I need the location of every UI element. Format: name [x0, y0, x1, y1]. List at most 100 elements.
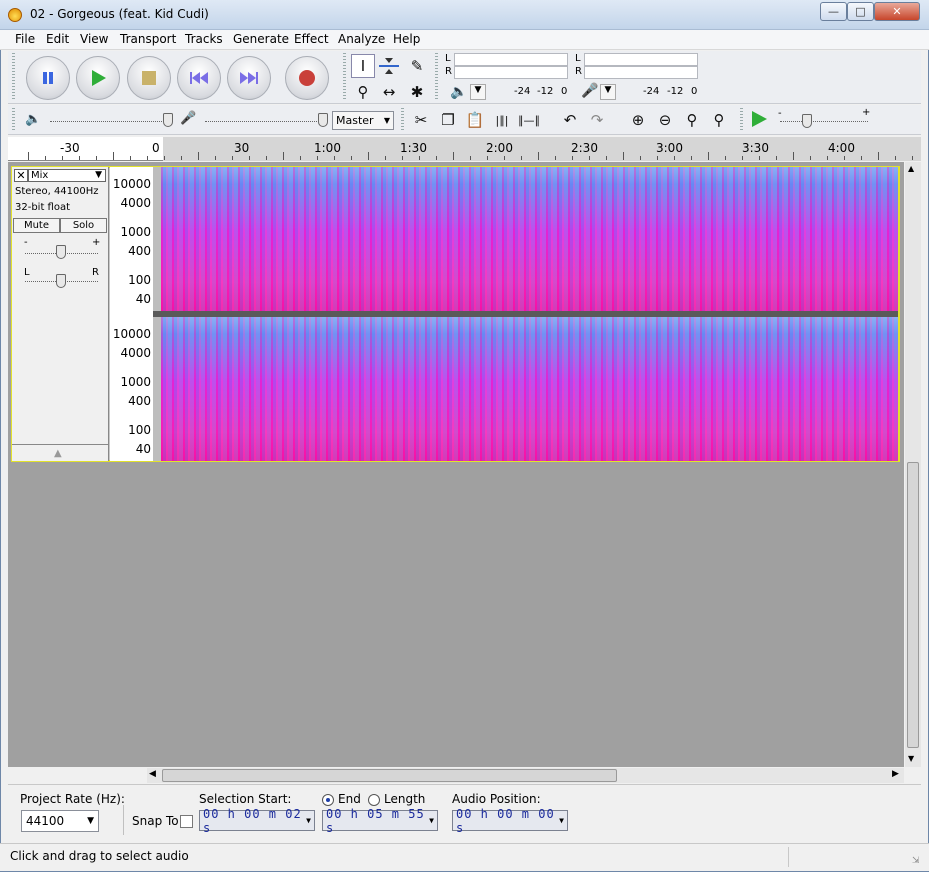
minimize-button[interactable]: — [820, 2, 847, 21]
zoom-in-icon[interactable]: ⊕ [626, 108, 650, 132]
snap-to-checkbox[interactable] [180, 815, 193, 828]
cut-icon[interactable]: ✂ [409, 108, 433, 132]
menu-generate[interactable]: Generate [233, 32, 289, 46]
copy-icon[interactable]: ❐ [436, 108, 460, 132]
ruler-tick [606, 156, 607, 160]
skip-start-button[interactable] [177, 56, 221, 100]
length-label: Length [384, 792, 426, 806]
ruler-tick [351, 156, 352, 160]
spectrogram-right-channel[interactable] [161, 317, 898, 461]
speaker-icon[interactable]: 🔈 [450, 84, 467, 100]
solo-button[interactable]: Solo [60, 218, 107, 233]
stop-button[interactable] [127, 56, 171, 100]
track-close-icon[interactable]: ✕ [14, 169, 28, 182]
ruler-tick [725, 156, 726, 160]
ruler-tick [28, 152, 29, 160]
selection-tool-icon[interactable]: I [351, 54, 375, 78]
menu-effect[interactable]: Effect [294, 32, 329, 46]
mute-button[interactable]: Mute [13, 218, 60, 233]
meter-grip[interactable] [435, 53, 438, 101]
tools-grip[interactable] [343, 53, 346, 101]
play-at-speed-button[interactable] [750, 110, 768, 131]
pencil-tool-icon[interactable]: ✎ [405, 54, 429, 78]
menu-edit[interactable]: Edit [46, 32, 69, 46]
menu-view[interactable]: View [80, 32, 108, 46]
input-volume-slider-track[interactable] [205, 121, 323, 122]
redo-icon[interactable]: ↷ [585, 108, 609, 132]
menu-help[interactable]: Help [393, 32, 420, 46]
resize-grip-icon[interactable]: ⇲ [912, 856, 920, 866]
close-button[interactable]: ✕ [874, 2, 920, 21]
envelope-tool-icon[interactable] [377, 54, 401, 78]
status-text: Click and drag to select audio [10, 849, 189, 863]
pause-button[interactable] [26, 56, 70, 100]
ruler-tick [113, 152, 114, 160]
trim-icon[interactable]: |∥| [490, 108, 514, 132]
scroll-down-icon[interactable]: ▼ [908, 754, 914, 763]
track-sample-format: 32-bit float [15, 202, 71, 213]
input-source-select[interactable]: Master ▼ [332, 111, 394, 130]
pan-slider-thumb[interactable] [56, 274, 66, 288]
play-meter-menu-button[interactable]: ▼ [470, 84, 486, 100]
input-volume-slider-thumb[interactable] [318, 113, 328, 127]
collapse-track-icon[interactable]: ▲ [54, 448, 62, 459]
output-volume-slider-thumb[interactable] [163, 113, 173, 127]
record-button[interactable] [285, 56, 329, 100]
menu-tracks[interactable]: Tracks [185, 32, 223, 46]
end-radio[interactable] [322, 794, 334, 806]
playat-grip[interactable] [740, 108, 743, 132]
spectrogram-left-channel[interactable] [161, 167, 898, 311]
maximize-button[interactable]: □ [847, 2, 874, 21]
app-icon [8, 8, 22, 22]
fit-selection-icon[interactable]: ⚲ [680, 108, 704, 132]
zoom-out-icon[interactable]: ⊖ [653, 108, 677, 132]
menu-analyze[interactable]: Analyze [338, 32, 385, 46]
paste-icon[interactable]: 📋 [463, 108, 487, 132]
ruler-tick [436, 156, 437, 160]
project-rate-select[interactable]: 44100 ▼ [21, 810, 99, 832]
play-button[interactable] [76, 56, 120, 100]
timeline-ruler[interactable]: -30 0 30 1:00 1:30 2:00 2:30 3:00 3:30 4… [8, 137, 921, 161]
rec-meter-right-label: R [575, 66, 582, 77]
rec-meter-menu-button[interactable]: ▼ [600, 84, 616, 100]
scroll-left-icon[interactable]: ◀ [149, 769, 156, 779]
horizontal-scrollbar[interactable]: ◀ ▶ [147, 768, 904, 783]
audio-position-field[interactable]: 00 h 00 m 00 s ▼ [452, 807, 568, 835]
ruler-tick [317, 156, 318, 160]
ruler-tick [283, 152, 284, 160]
multi-tool-icon[interactable]: ✱ [405, 80, 429, 104]
ruler-label: 1:30 [400, 141, 427, 155]
ruler-tick [589, 156, 590, 160]
gain-slider-thumb[interactable] [56, 245, 66, 259]
selection-start-field[interactable]: 00 h 00 m 02 s ▼ [199, 807, 315, 835]
menu-transport[interactable]: Transport [120, 32, 176, 46]
ruler-tick [844, 156, 845, 160]
toolbar-grip[interactable] [12, 53, 15, 101]
play-speed-slider-track[interactable] [780, 121, 868, 122]
output-volume-slider-track[interactable] [50, 121, 168, 122]
play-meter-tick-24: -24 [514, 86, 531, 97]
ruler-tick [232, 156, 233, 160]
menu-file[interactable]: File [15, 32, 35, 46]
end-label: End [338, 792, 361, 806]
ruler-tick [62, 156, 63, 160]
track-name-menu[interactable]: Mix ▼ [28, 169, 106, 182]
mixer-grip[interactable] [12, 108, 15, 132]
undo-icon[interactable]: ↶ [558, 108, 582, 132]
selection-end-field[interactable]: 00 h 05 m 55 s ▼ [322, 807, 438, 835]
zoom-tool-icon[interactable]: ⚲ [351, 80, 375, 104]
edit-grip[interactable] [401, 108, 404, 132]
scroll-up-icon[interactable]: ▲ [908, 164, 914, 173]
vertical-scroll-thumb[interactable] [907, 462, 919, 748]
length-radio[interactable] [368, 794, 380, 806]
timeshift-tool-icon[interactable]: ↔ [377, 80, 401, 104]
silence-icon[interactable]: ∥—∥ [517, 108, 541, 132]
play-speed-slider-thumb[interactable] [802, 114, 812, 128]
vertical-scrollbar[interactable]: ▲ ▼ [905, 162, 921, 767]
scroll-right-icon[interactable]: ▶ [892, 769, 899, 779]
horizontal-scroll-thumb[interactable] [162, 769, 617, 782]
ruler-tick [861, 156, 862, 160]
fit-project-icon[interactable]: ⚲ [707, 108, 731, 132]
skip-end-button[interactable] [227, 56, 271, 100]
microphone-icon[interactable]: 🎤 [581, 83, 598, 99]
